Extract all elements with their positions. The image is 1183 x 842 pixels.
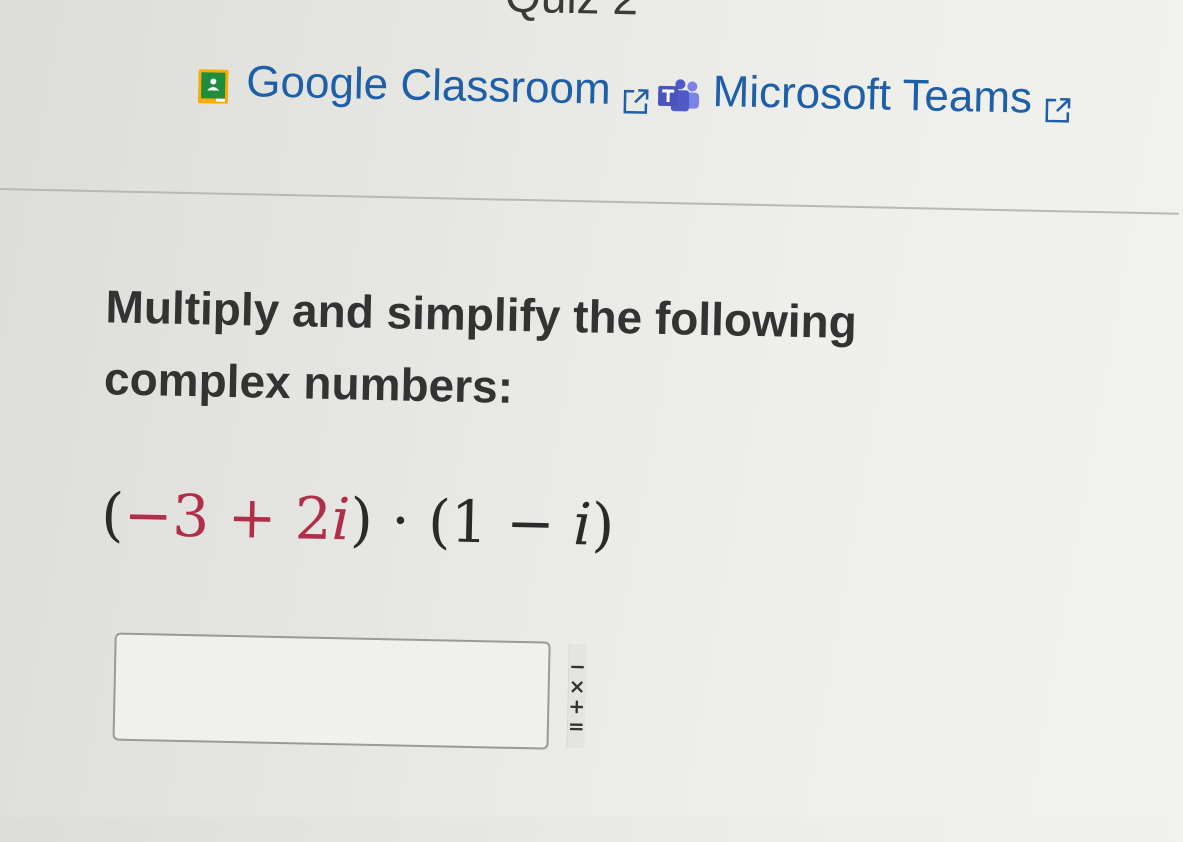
expression-highlighted-term: −3 + 2𝑖 <box>123 480 351 554</box>
answer-input[interactable] <box>114 634 569 749</box>
share-bar: Google Classroom Microsoft Teams <box>197 56 1073 125</box>
keypad-icon-top: − × <box>568 654 587 699</box>
math-expression: (−3 + 2𝑖) · (1 − 𝑖) <box>101 480 615 559</box>
external-link-icon <box>622 76 651 114</box>
quiz-page: Quiz 2 Google Classroom <box>0 0 1183 842</box>
section-divider <box>0 187 1179 215</box>
math-keypad-button[interactable]: − × + = <box>566 644 587 749</box>
microsoft-teams-label: Microsoft Teams <box>712 66 1033 123</box>
microsoft-teams-link[interactable]: Microsoft Teams <box>656 66 1072 125</box>
expression-rest: ) · (1 − 𝑖) <box>349 485 616 559</box>
google-classroom-label: Google Classroom <box>245 57 612 114</box>
math-keypad-icon: − × + = <box>567 654 587 739</box>
microsoft-teams-icon <box>656 74 701 112</box>
google-classroom-icon <box>197 64 229 104</box>
expression-open-paren: ( <box>100 480 125 549</box>
external-link-icon <box>1044 85 1073 123</box>
answer-box: − × + = <box>112 632 587 750</box>
google-classroom-link[interactable]: Google Classroom <box>197 56 651 115</box>
quiz-title: Quiz 2 <box>505 0 639 25</box>
keypad-icon-bottom: + = <box>567 694 586 739</box>
question-prompt: Multiply and simplify the following comp… <box>103 280 858 413</box>
